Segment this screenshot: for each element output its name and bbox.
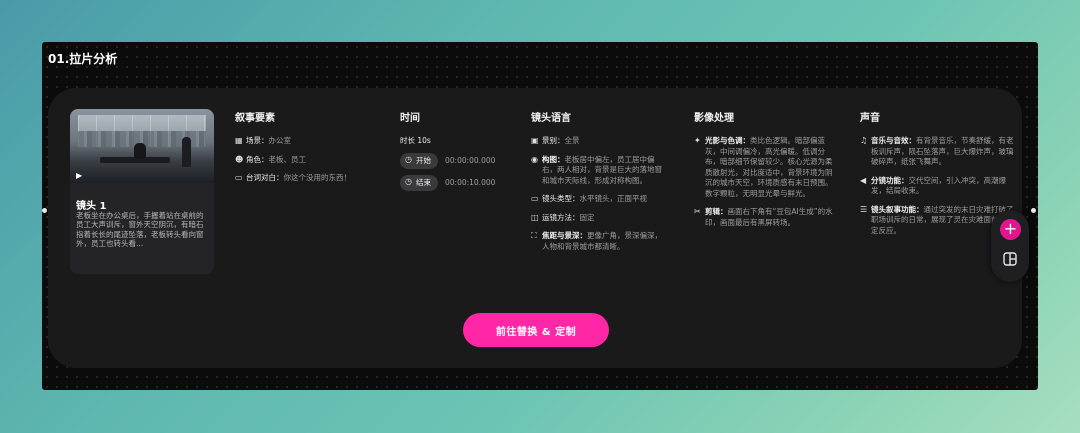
sound-heading: 声音 <box>860 113 880 124</box>
list-icon: ☰ <box>860 204 868 214</box>
composition-icon: ◉ <box>531 154 538 164</box>
frame-icon: ▣ <box>531 136 539 145</box>
lens-item-composition: ◉ 构图：老板居中偏左，员工居中偏右，两人相对，背景是巨大的落地窗和城市天际线，… <box>531 154 662 185</box>
end-time-row: ◷ 结束 00:00:10.000 <box>400 174 520 191</box>
image-item-light: ✦ 光影与色调：类比色逻辑。暗部偏蓝灰，中间调偏冷，高光偏暖。低调分布，暗部细节… <box>694 136 833 198</box>
scissors-icon: ✂ <box>694 207 701 216</box>
lens-section: 镜头语言 ▣ 景别：全景 ◉ 构图：老板居中偏左，员工居中偏右，两人相对，背景是… <box>531 109 667 260</box>
resize-handle-right[interactable] <box>1031 208 1036 213</box>
shot-thumbnail[interactable]: ▶ <box>70 109 214 183</box>
shot-description: 老板坐在办公桌后，手握着站在桌前的员工大声训斥，窗外天空阴沉，有暗石指着长长的尾… <box>76 211 204 248</box>
time-section: 时间 时长 10s ◷ 开始 00:00:00.000 ◷ 结束 00:00:1… <box>400 109 520 197</box>
narrative-heading: 叙事要素 <box>235 113 275 124</box>
lens-item-type: ▭ 镜头类型：水平镜头，正面平视 <box>531 194 647 203</box>
chat-icon: ▭ <box>235 173 243 182</box>
building-icon: ▦ <box>235 136 243 145</box>
lens-item-movement: ◫ 运镜方法：固定 <box>531 212 595 222</box>
image-section: 影像处理 ✦ 光影与色调：类比色逻辑。暗部偏蓝灰，中间调偏冷，高光偏暖。低调分布… <box>694 109 836 236</box>
duration: 时长 10s <box>400 136 431 145</box>
end-time: 00:00:10.000 <box>445 178 496 187</box>
layout-icon[interactable] <box>1003 252 1017 266</box>
camera-icon: ▭ <box>531 194 539 203</box>
speaker-icon: ◀ <box>860 175 867 185</box>
movement-icon: ◫ <box>531 212 539 222</box>
frame-title: 01.拉片分析 <box>48 52 118 66</box>
narrative-item-scene: ▦ 场景： 办公室 <box>235 136 291 145</box>
lens-item-shot-size: ▣ 景别：全景 <box>531 136 580 145</box>
sound-item-storyboard: ◀ 分镜功能：交代空间，引入冲突，高潮爆发，结局收束。 <box>860 175 1006 196</box>
end-button[interactable]: ◷ 结束 <box>400 174 438 191</box>
lens-heading: 镜头语言 <box>531 113 571 124</box>
narrative-item-dialogue: ▭ 台词对白： 你这个没用的东西！ <box>235 173 351 182</box>
start-time-row: ◷ 开始 00:00:00.000 <box>400 152 520 169</box>
floating-toolbar: + <box>991 210 1029 282</box>
sound-item-music: ♫ 音乐与音效：有背景音乐，节奏舒缓，有老板训斥声，陨石坠落声，巨大爆炸声，玻璃… <box>860 136 1014 166</box>
image-item-editing: ✂ 剪辑：画面右下角有“豆包AI生成”的水印，画面最后有黑屏转场。 <box>694 207 833 227</box>
image-heading: 影像处理 <box>694 113 734 124</box>
focus-icon: ⛶ <box>531 231 537 240</box>
shot-card[interactable]: ▶ 镜头 1 老板坐在办公桌后，手握着站在桌前的员工大声训斥，窗外天空阴沉，有暗… <box>70 109 214 274</box>
narrative-item-characters: ☻ 角色： 老板、员工 <box>235 154 306 164</box>
shot-title: 镜头 1 <box>76 201 107 212</box>
start-button[interactable]: ◷ 开始 <box>400 152 438 169</box>
face-icon: ☻ <box>235 154 244 164</box>
sparkle-icon: ✦ <box>694 136 701 145</box>
resize-handle-left[interactable] <box>42 208 47 213</box>
time-heading: 时间 <box>400 113 420 124</box>
music-icon: ♫ <box>860 136 868 145</box>
lens-item-focus: ⛶ 焦距与景深：更像广角，景深偏深，人物和背景城市都清晰。 <box>531 231 662 251</box>
replace-customize-button[interactable]: 前往替换 & 定制 <box>463 313 609 347</box>
clock-icon: ◷ <box>405 155 412 165</box>
start-time: 00:00:00.000 <box>445 156 496 165</box>
play-icon[interactable]: ▶ <box>76 171 82 180</box>
narrative-section: 叙事要素 ▦ 场景： 办公室 ☻ 角色： 老板、员工 ▭ 台词对白： 你这个没用… <box>235 109 375 192</box>
plus-icon[interactable]: + <box>1000 219 1021 240</box>
clock-icon: ◷ <box>405 177 412 187</box>
